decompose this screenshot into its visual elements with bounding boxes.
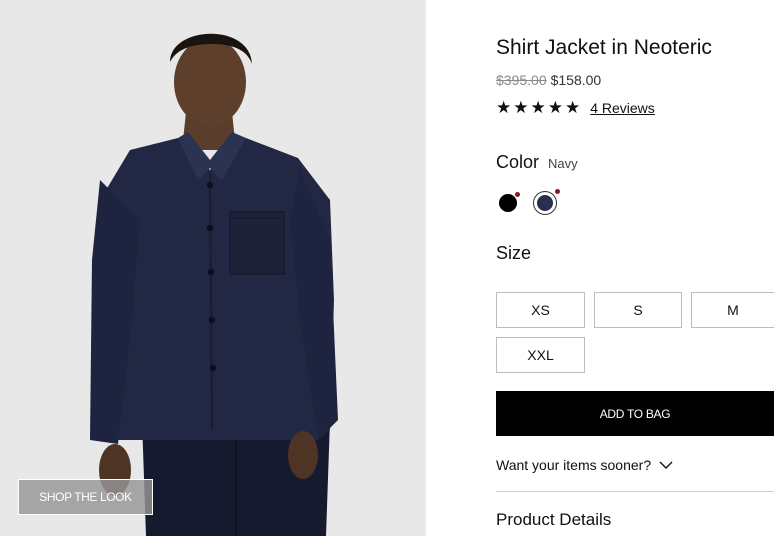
add-to-bag-button[interactable]: ADD TO BAG	[496, 391, 774, 436]
star-rating-icon: ★★★★★	[496, 98, 583, 117]
availability-dot-icon	[515, 192, 520, 197]
swatch-black[interactable]	[499, 192, 520, 212]
divider	[496, 491, 774, 492]
product-title: Shirt Jacket in Neoteric	[496, 36, 712, 59]
product-details-accordion[interactable]: Product Details	[496, 510, 611, 530]
size-xs-button[interactable]: XS	[496, 292, 585, 328]
size-xxl-button[interactable]: XXL	[496, 337, 585, 373]
selected-color: Navy	[548, 156, 578, 171]
reviews-link[interactable]: 4 Reviews	[590, 100, 655, 116]
chevron-down-icon	[659, 461, 673, 469]
color-label: Color	[496, 152, 540, 172]
shop-the-look-button[interactable]: SHOP THE LOOK	[18, 479, 153, 515]
rating: ★★★★★ 4 Reviews	[496, 98, 655, 118]
price: $395.00 $158.00	[496, 72, 601, 88]
size-label: Size	[496, 243, 532, 263]
original-price: $395.00	[496, 72, 547, 88]
size-s-button[interactable]: S	[594, 292, 682, 328]
model-illustration	[0, 0, 426, 536]
availability-dot-icon	[555, 189, 560, 194]
delivery-options-label: Want your items sooner?	[496, 457, 652, 473]
product-image[interactable]: SHOP THE LOOK	[0, 0, 426, 536]
swatch-navy[interactable]	[537, 189, 560, 211]
delivery-options-toggle[interactable]: Want your items sooner?	[496, 457, 673, 473]
size-m-button[interactable]: M	[691, 292, 774, 328]
color-section: Color Navy	[496, 152, 578, 173]
sale-price: $158.00	[550, 72, 602, 88]
